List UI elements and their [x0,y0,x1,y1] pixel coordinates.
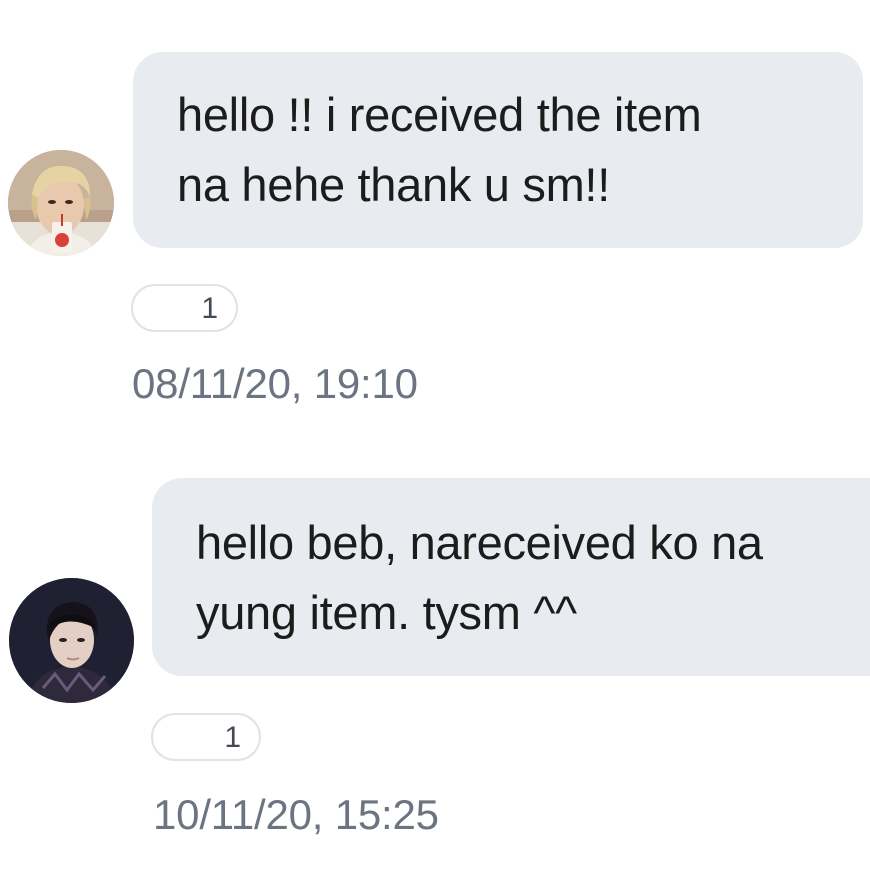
reaction-count: 1 [224,721,241,754]
message-bubble: hello beb, nareceived ko na yung item. t… [152,478,870,676]
avatar-image [9,578,134,703]
message-timestamp: 10/11/20, 15:25 [153,791,439,838]
avatar-image [8,150,114,256]
message-line: yung item. tysm ^^ [196,586,577,639]
message-line: hello beb, nareceived ko na [196,516,763,569]
reaction-count-pill[interactable]: 1 [131,284,238,332]
reaction-count: 1 [201,292,218,325]
message-item: hello !! i received the item na hehe tha… [0,0,870,430]
message-item: hello beb, nareceived ko na yung item. t… [0,430,870,870]
message-line: hello !! i received the item [177,88,702,141]
message-line: na hehe thank u sm!! [177,158,610,211]
sender-avatar[interactable] [9,578,134,703]
message-bubble: hello !! i received the item na hehe tha… [133,52,863,248]
reaction-count-pill[interactable]: 1 [151,713,261,761]
message-timestamp: 08/11/20, 19:10 [132,360,418,407]
sender-avatar[interactable] [8,150,114,256]
